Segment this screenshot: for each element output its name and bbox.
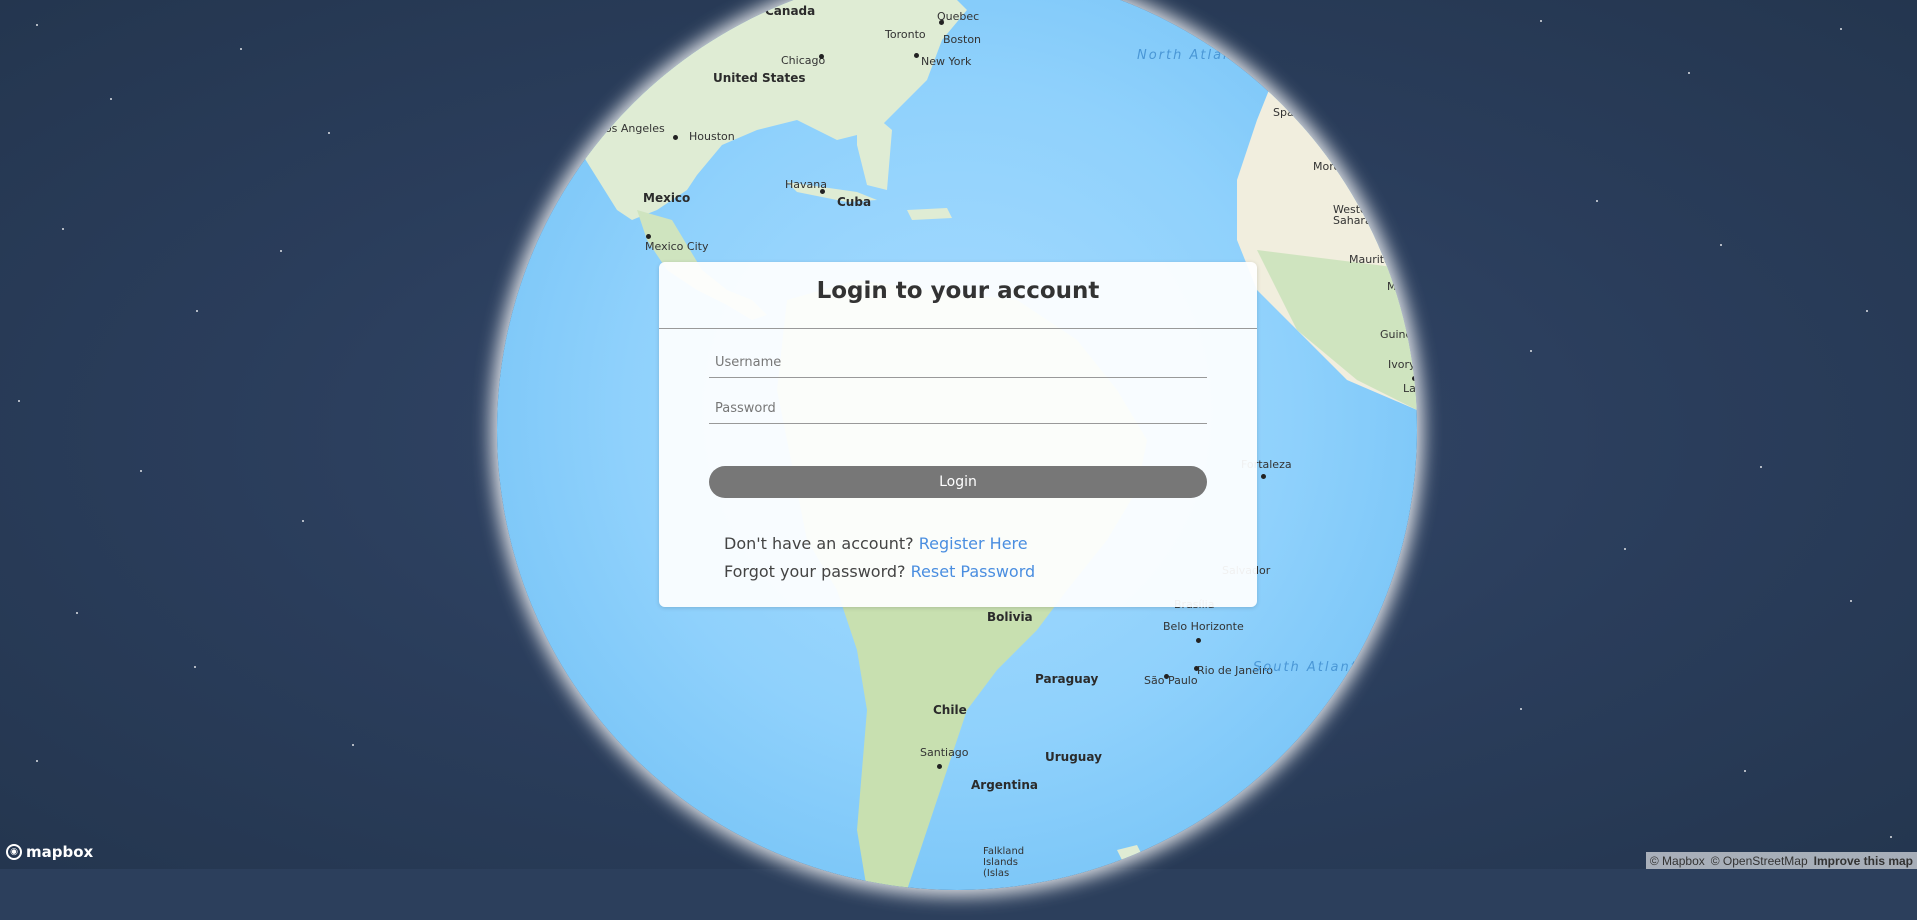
reset-prompt: Forgot your password?	[724, 562, 906, 581]
city-dot	[820, 189, 825, 194]
label-los-angeles: Los Angeles	[599, 122, 665, 135]
label-chile: Chile	[933, 703, 967, 717]
username-input[interactable]	[709, 348, 1207, 378]
login-button[interactable]: Login	[709, 466, 1207, 498]
city-dot	[914, 53, 919, 58]
label-sao-paulo: São Paulo	[1144, 674, 1198, 687]
label-paraguay: Paraguay	[1035, 672, 1099, 686]
attribution-osm-link[interactable]: © OpenStreetMap	[1711, 854, 1808, 868]
reset-line: Forgot your password? Reset Password	[724, 562, 1035, 581]
label-boston: Boston	[943, 33, 982, 46]
city-dot	[937, 764, 942, 769]
label-north-atlantic: North Atlantic Ocean	[1137, 48, 1313, 63]
label-mali: Mali	[1387, 280, 1410, 293]
label-morocco: Morocco	[1313, 160, 1360, 173]
login-card: Login to your account Login Don't have a…	[659, 262, 1257, 607]
map-attribution: © Mapbox © OpenStreetMap Improve this ma…	[1645, 852, 1917, 869]
password-input[interactable]	[709, 394, 1207, 424]
label-new-york: New York	[921, 55, 972, 68]
mapbox-logo-text: mapbox	[26, 843, 94, 861]
label-canada: Canada	[765, 4, 816, 18]
city-dot	[646, 234, 651, 239]
label-ivory-coast: Ivory Coast	[1388, 358, 1417, 371]
label-falkland: Falkland Islands (Islas	[983, 846, 1025, 879]
city-dot	[1261, 474, 1266, 479]
attribution-mapbox-link[interactable]: © Mapbox	[1650, 854, 1705, 868]
city-dot	[819, 54, 824, 59]
label-toronto: Toronto	[885, 28, 926, 41]
label-spain: Spain	[1273, 106, 1304, 119]
label-bolivia: Bolivia	[987, 610, 1033, 624]
label-uruguay: Uruguay	[1045, 750, 1102, 764]
reset-password-link[interactable]: Reset Password	[911, 562, 1036, 581]
label-houston: Houston	[689, 130, 735, 143]
label-mexico-city: Mexico City	[645, 240, 709, 253]
city-dot	[1164, 674, 1169, 679]
label-mexico: Mexico	[643, 191, 691, 205]
label-south-atlantic: South Atlantic Ocean	[1253, 660, 1417, 675]
city-dot	[1194, 666, 1199, 671]
login-title: Login to your account	[659, 262, 1257, 329]
label-western-sahara: Western Sahara	[1333, 203, 1379, 227]
city-dot	[673, 135, 678, 140]
mapbox-logo-icon: ◉	[6, 844, 22, 860]
city-dot	[939, 20, 944, 25]
label-united-states: United States	[713, 71, 806, 85]
label-lagos: Lagos	[1403, 382, 1417, 395]
improve-map-link[interactable]: Improve this map	[1814, 854, 1913, 868]
register-prompt: Don't have an account?	[724, 534, 914, 553]
label-santiago: Santiago	[920, 746, 969, 759]
label-guinea: Guinea	[1380, 328, 1417, 341]
label-cuba: Cuba	[837, 195, 872, 209]
city-dot	[1412, 376, 1417, 381]
register-link[interactable]: Register Here	[919, 534, 1028, 553]
city-dot	[1196, 638, 1201, 643]
label-belo-horizonte: Belo Horizonte	[1163, 620, 1244, 633]
label-mauritania: Mauritania	[1349, 253, 1408, 266]
mapbox-logo[interactable]: ◉ mapbox	[6, 843, 93, 861]
register-line: Don't have an account? Register Here	[724, 534, 1028, 553]
label-argentina: Argentina	[971, 778, 1038, 792]
